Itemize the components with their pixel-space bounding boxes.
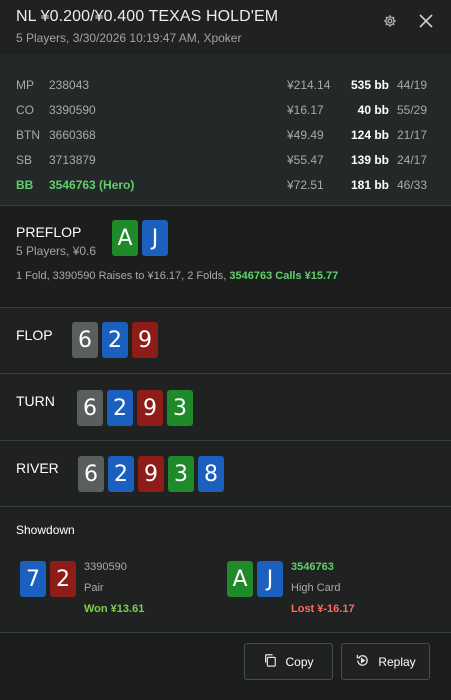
player-id[interactable]: 3713879: [49, 153, 287, 167]
player-stack-money: ¥72.51: [287, 177, 324, 192]
playing-card: 6: [78, 456, 104, 492]
street-preflop: PREFLOP 5 Players, ¥0.6 1 Fold, 3390590 …: [0, 206, 451, 308]
player-stack-money: ¥55.47: [287, 152, 324, 167]
player-id[interactable]: 238043: [49, 78, 287, 92]
player-stats: 55/29: [397, 102, 428, 117]
player-stack-bb: 40 bb: [357, 102, 389, 117]
playing-card: 7: [20, 561, 46, 597]
showdown-player: 72 3390590 Pair Won ¥13.61: [20, 561, 144, 620]
copy-icon: [263, 653, 277, 670]
playing-card: 9: [137, 390, 163, 426]
street-turn: TURN 6293: [0, 374, 451, 441]
actions-text: 1 Fold, 3390590 Raises to ¥16.17, 2 Fold…: [16, 270, 230, 282]
board-cards: 6293: [77, 390, 193, 426]
playing-card: 6: [77, 390, 103, 426]
hand-title: NL ¥0.200/¥0.400 TEXAS HOLD'EM: [16, 8, 279, 25]
playing-card: J: [142, 220, 168, 256]
playing-card: 9: [138, 456, 164, 492]
street-pot: 5 Players, ¥0.6: [16, 244, 97, 258]
showdown-player-hero: AJ 3546763 High Card Lost ¥-16.17: [227, 561, 355, 620]
playing-card: 3: [168, 456, 194, 492]
player-stats: 24/17: [397, 152, 428, 167]
close-icon[interactable]: [417, 12, 435, 30]
player-position: BTN: [16, 127, 40, 142]
player-position: SB: [16, 152, 33, 167]
playing-card: J: [257, 561, 283, 597]
playing-card: 2: [50, 561, 76, 597]
player-id[interactable]: 3660368: [49, 128, 287, 142]
street-river: RIVER 62938: [0, 441, 451, 507]
player-stack-bb: 535 bb: [350, 77, 389, 92]
playing-card: 6: [72, 322, 98, 358]
player-stack-money: ¥16.17: [287, 102, 324, 117]
replay-icon: [355, 653, 370, 671]
footer: Copy Replay: [0, 633, 451, 700]
preflop-actions: 1 Fold, 3390590 Raises to ¥16.17, 2 Fold…: [16, 270, 435, 282]
showdown-info: 3390590 Pair Won ¥13.61: [84, 557, 144, 620]
actions-hero-text: 3546763 Calls ¥15.77: [229, 270, 339, 282]
street-flop: FLOP 629: [0, 308, 451, 374]
hand-subtitle: 5 Players, 3/30/2026 10:19:47 AM, Xpoker: [16, 31, 242, 45]
player-stack-bb: 124 bb: [350, 127, 389, 142]
board-cards: 62938: [78, 456, 224, 492]
showdown-hand: Pair: [84, 582, 104, 594]
copy-button[interactable]: Copy: [244, 643, 333, 680]
player-stack-bb: 181 bb: [350, 177, 389, 192]
replay-button[interactable]: Replay: [341, 643, 430, 680]
players-table: MP 238043 ¥214.14 535 bb 44/19 CO 339059…: [0, 54, 451, 206]
playing-card: 9: [132, 322, 158, 358]
showdown-title: Showdown: [16, 523, 75, 537]
playing-card: 2: [102, 322, 128, 358]
player-stats: 46/33: [397, 177, 428, 192]
player-row: SB 3713879 ¥55.47 139 bb 24/17: [16, 147, 435, 172]
player-hole-cards: AJ: [227, 561, 283, 620]
gear-icon[interactable]: [381, 12, 399, 30]
player-row: BTN 3660368 ¥49.49 124 bb 21/17: [16, 122, 435, 147]
street-label: PREFLOP: [16, 224, 82, 240]
player-stats: 21/17: [397, 127, 428, 142]
header: NL ¥0.200/¥0.400 TEXAS HOLD'EM 5 Players…: [0, 0, 451, 54]
showdown-section: Showdown 72 3390590 Pair Won ¥13.61 AJ 3…: [0, 507, 451, 633]
player-row-hero: BB 3546763 (Hero) ¥72.51 181 bb 46/33: [16, 172, 435, 197]
playing-card: 2: [108, 456, 134, 492]
player-position: BB: [16, 177, 34, 192]
showdown-player-id[interactable]: 3390590: [84, 557, 144, 578]
playing-card: 8: [198, 456, 224, 492]
player-stack-money: ¥214.14: [287, 77, 331, 92]
player-hole-cards: 72: [20, 561, 76, 620]
player-stack-bb: 139 bb: [350, 152, 389, 167]
player-row: MP 238043 ¥214.14 535 bb 44/19: [16, 72, 435, 97]
replay-label: Replay: [378, 654, 416, 669]
player-position: MP: [16, 77, 34, 92]
showdown-player-id[interactable]: 3546763: [291, 557, 355, 578]
playing-card: A: [112, 220, 138, 256]
player-stack-money: ¥49.49: [287, 127, 324, 142]
player-stats: 44/19: [397, 77, 428, 92]
showdown-hand: High Card: [291, 582, 341, 594]
playing-card: 3: [167, 390, 193, 426]
showdown-result: Lost ¥-16.17: [291, 603, 355, 615]
hero-hole-cards: AJ: [112, 220, 168, 256]
player-id[interactable]: 3390590: [49, 103, 287, 117]
showdown-result: Won ¥13.61: [84, 603, 145, 615]
playing-card: A: [227, 561, 253, 597]
copy-label: Copy: [285, 654, 314, 669]
player-position: CO: [16, 102, 34, 117]
board-cards: 629: [72, 322, 158, 358]
player-row: CO 3390590 ¥16.17 40 bb 55/29: [16, 97, 435, 122]
showdown-info: 3546763 High Card Lost ¥-16.17: [291, 557, 355, 620]
player-id[interactable]: 3546763 (Hero): [49, 178, 287, 192]
playing-card: 2: [107, 390, 133, 426]
